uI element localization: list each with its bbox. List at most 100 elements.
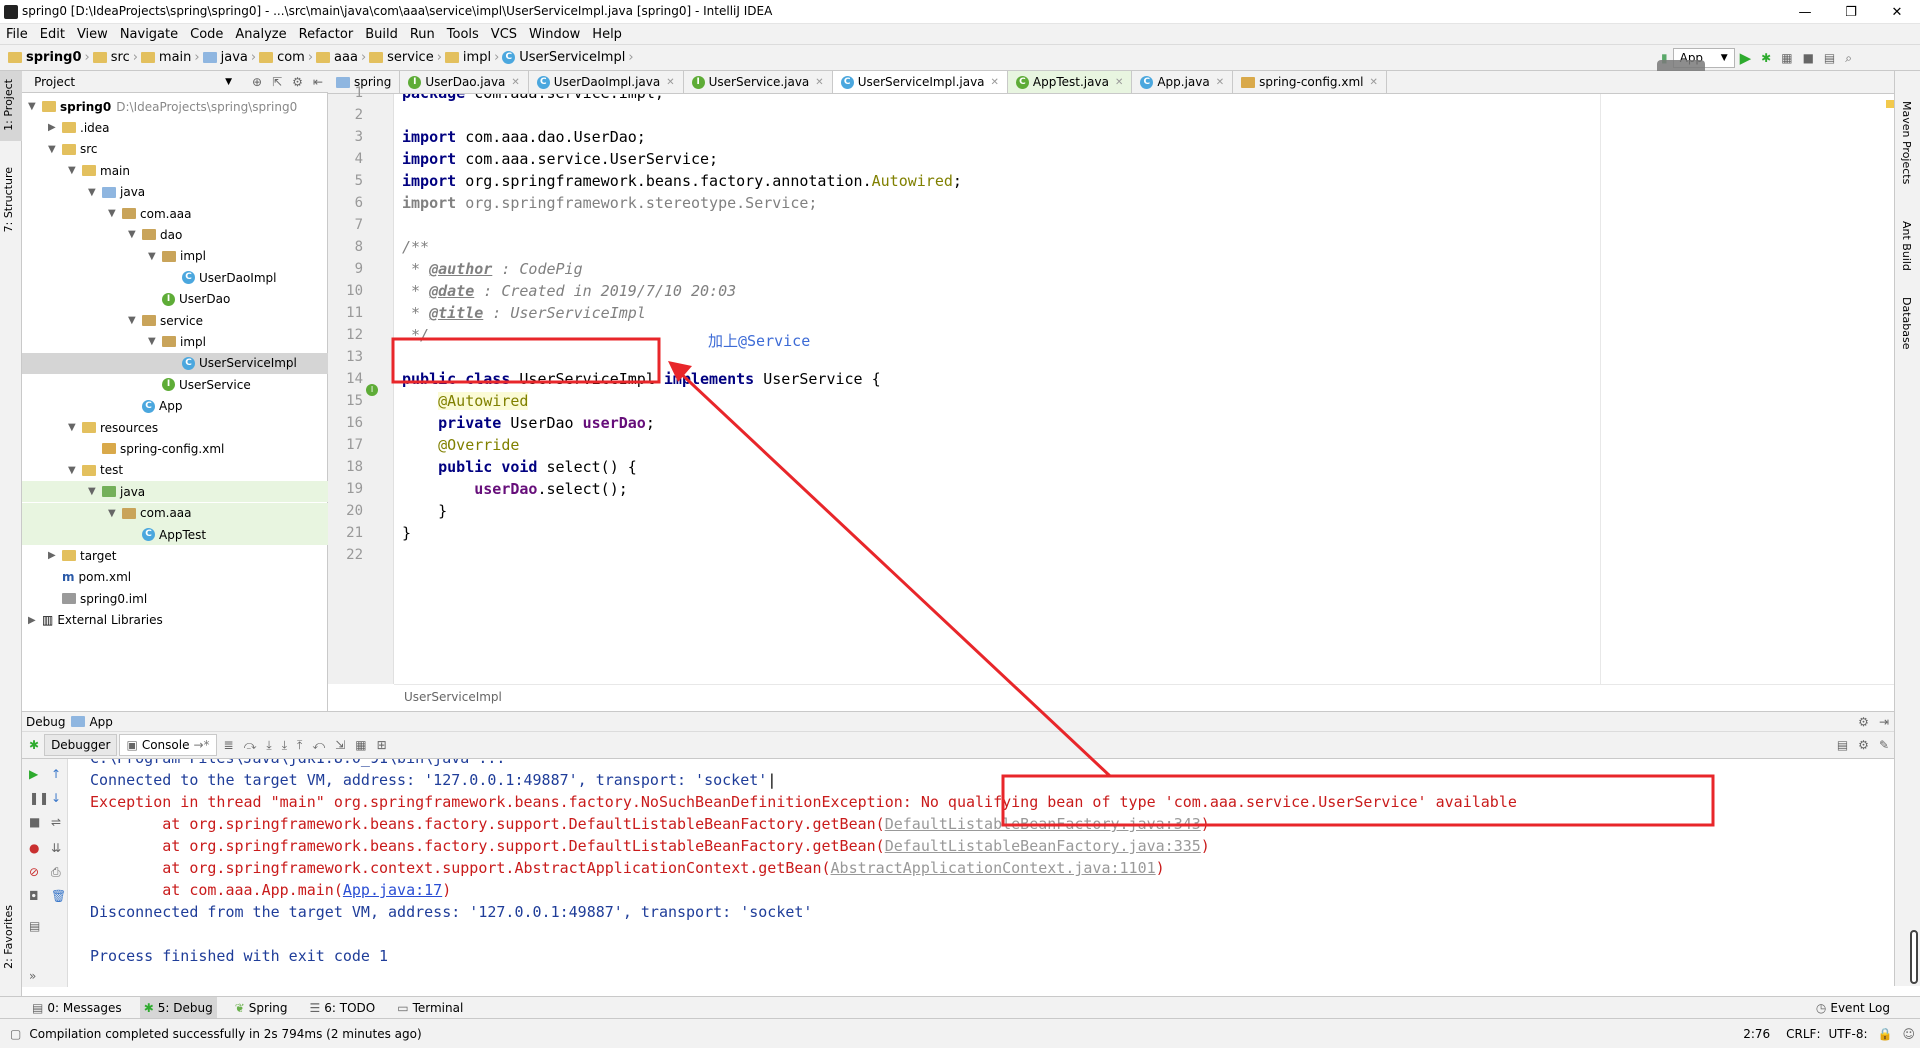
menu-edit[interactable]: Edit (40, 27, 65, 42)
more-icon[interactable]: » (29, 969, 36, 983)
chevron-down-icon[interactable]: ▼ (88, 187, 102, 198)
menu-file[interactable]: File (6, 27, 28, 42)
tab-terminal[interactable]: ▭ Terminal (393, 997, 467, 1019)
resume-icon[interactable]: ▶ (29, 767, 38, 781)
line-number[interactable]: 5 (333, 170, 363, 192)
chevron-down-icon[interactable]: ▼ (148, 251, 162, 262)
tree-item[interactable]: ▼ resources (22, 417, 328, 438)
gear-icon[interactable]: ⚙ (1858, 715, 1869, 729)
line-number[interactable]: 1 (333, 82, 363, 104)
tree-item[interactable]: ▶ .idea (22, 117, 328, 138)
layout-icon[interactable]: ▤ (29, 919, 40, 933)
drop-frame-icon[interactable]: ⤺ (312, 738, 325, 753)
menu-build[interactable]: Build (365, 27, 398, 42)
tab-spring-config[interactable]: spring-config.xml ✕ (1233, 71, 1387, 93)
stop-icon[interactable]: ■ (29, 815, 40, 829)
tree-item[interactable]: ▼ impl (22, 331, 328, 352)
tab-messages[interactable]: ▤ 0: Messages (28, 997, 126, 1019)
code-editor[interactable]: package com.aaa.service.impl; import com… (394, 94, 1894, 684)
tab-todo[interactable]: ☰ 6: TODO (306, 997, 380, 1019)
tab-apptest[interactable]: C AppTest.java ✕ (1007, 71, 1133, 93)
menu-view[interactable]: View (77, 27, 108, 42)
tab-app[interactable]: C App.java ✕ (1132, 71, 1234, 93)
line-number[interactable]: 8 (333, 236, 363, 258)
file-encoding[interactable]: UTF-8 (1829, 1027, 1864, 1041)
tree-item[interactable]: C UserServiceImpl (22, 352, 328, 374)
tree-item[interactable]: C UserDaoImpl (22, 267, 328, 288)
tab-userservice[interactable]: I UserService.java ✕ (684, 71, 833, 93)
tree-item[interactable]: ▼ java (22, 481, 328, 503)
close-icon[interactable]: ✕ (1874, 0, 1920, 24)
menu-run[interactable]: Run (410, 27, 435, 42)
breadcrumb-item[interactable]: java (221, 50, 248, 65)
tab-console[interactable]: ▣ Console →* (119, 734, 217, 756)
line-number[interactable]: 7 (333, 214, 363, 236)
tree-item[interactable]: ▼ dao (22, 224, 328, 245)
structure-tool-tab[interactable]: 7: Structure (0, 161, 22, 232)
trace-icon[interactable]: ⊞ (377, 738, 387, 752)
tree-item[interactable]: I UserDao (22, 289, 328, 310)
hide-panel-icon[interactable]: ⇤ (313, 75, 323, 89)
line-number[interactable]: 13 (333, 346, 363, 368)
soft-wrap-icon[interactable]: ⇌ (51, 815, 61, 829)
inspector-icon[interactable]: ☺ (1902, 1027, 1915, 1041)
line-number[interactable]: 21 (333, 522, 363, 544)
tree-item[interactable]: ▼ test (22, 460, 328, 481)
chevron-down-icon[interactable]: ▼ (68, 165, 82, 176)
close-tab-icon[interactable]: ✕ (511, 77, 519, 88)
tree-item[interactable]: m pom.xml (22, 567, 328, 588)
menu-window[interactable]: Window (529, 27, 580, 42)
tree-item[interactable]: spring-config.xml (22, 438, 328, 459)
close-tab-icon[interactable]: ✕ (1370, 77, 1378, 88)
line-number[interactable]: 10 (333, 280, 363, 302)
line-number[interactable]: 22 (333, 544, 363, 566)
tree-item[interactable]: spring0.iml (22, 588, 328, 609)
chevron-down-icon[interactable]: ▼ (108, 208, 122, 219)
chevron-down-icon[interactable]: ▼ (88, 486, 102, 497)
view-breakpoints-icon[interactable]: ● (29, 841, 39, 855)
tree-item[interactable]: I UserService (22, 374, 328, 395)
close-tab-icon[interactable]: ✕ (815, 77, 823, 88)
line-number[interactable]: 16 (333, 412, 363, 434)
chevron-down-icon[interactable]: ▼ (68, 465, 82, 476)
mute-breakpoints-icon[interactable]: ⊘ (29, 865, 39, 879)
chevron-down-icon[interactable]: ▼ (48, 144, 62, 155)
implements-gutter-icon[interactable]: I (366, 384, 378, 396)
stack-link[interactable]: DefaultListableBeanFactory.java:343 (885, 815, 1201, 833)
close-tab-icon[interactable]: ✕ (991, 77, 999, 88)
breadcrumb-item[interactable]: src (111, 50, 130, 65)
menu-navigate[interactable]: Navigate (120, 27, 178, 42)
tree-item[interactable]: ▼ service (22, 310, 328, 331)
chevron-down-icon[interactable]: ▼ (148, 336, 162, 347)
run-to-cursor-icon[interactable]: ⇲ (335, 738, 345, 752)
project-view-select[interactable]: Project (34, 75, 75, 89)
line-number[interactable]: 12 (333, 324, 363, 346)
chevron-down-icon[interactable]: ▼ (225, 77, 232, 87)
menu-help[interactable]: Help (592, 27, 622, 42)
stack-link[interactable]: App.java:17 (343, 881, 442, 899)
show-execution-point-icon[interactable]: ≣ (224, 738, 234, 752)
tree-item[interactable]: ▼ src (22, 139, 328, 160)
breadcrumb-item[interactable]: impl (463, 50, 491, 65)
close-tab-icon[interactable]: ✕ (1115, 77, 1123, 88)
menu-tools[interactable]: Tools (447, 27, 479, 42)
scroll-to-end-icon[interactable]: ⇊ (51, 841, 61, 855)
collapse-all-icon[interactable]: ⇱ (272, 75, 282, 89)
warning-marker[interactable] (1886, 100, 1894, 108)
step-out-icon[interactable]: ⤒ (297, 738, 302, 753)
breadcrumb-item[interactable]: com (277, 50, 305, 65)
status-message[interactable]: Compilation completed successfully in 2s… (29, 1027, 421, 1041)
menu-refactor[interactable]: Refactor (299, 27, 354, 42)
console-output[interactable]: C:\Program Files\Java\jdk1.8.0_91\bin\ja… (68, 759, 1894, 987)
project-structure-icon[interactable]: ▤ (1824, 51, 1835, 65)
step-over-icon[interactable]: ⤼ (244, 738, 257, 753)
line-number[interactable]: 15 (333, 390, 363, 412)
tree-item[interactable]: ▶ target (22, 545, 328, 566)
favorites-tool-tab[interactable]: 2: Favorites (0, 901, 22, 981)
line-number[interactable]: 2 (333, 104, 363, 126)
tree-item[interactable]: ▼ main (22, 160, 328, 181)
tab-debug[interactable]: ✱ 5: Debug (139, 996, 217, 1019)
line-number[interactable]: 11 (333, 302, 363, 324)
step-into-icon[interactable]: ⤓ (266, 738, 271, 753)
stack-link[interactable]: DefaultListableBeanFactory.java:335 (885, 837, 1201, 855)
